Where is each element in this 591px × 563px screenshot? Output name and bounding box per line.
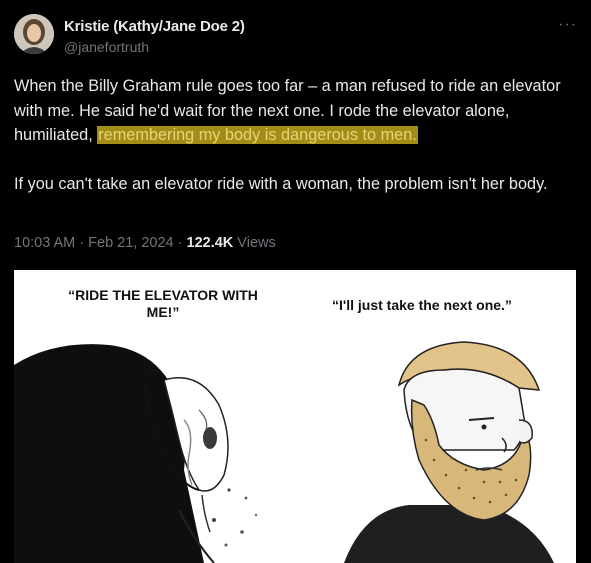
more-options-icon[interactable]: ··· [558,17,577,33]
tweet-paragraph-1: When the Billy Graham rule goes too far … [14,74,574,148]
meme-caption-right: “I'll just take the next one.” [332,297,512,313]
meta-separator: · [75,235,89,251]
tweet-text: When the Billy Graham rule goes too far … [14,74,574,196]
tweet-paragraph-2: If you can't take an elevator ride with … [14,174,548,193]
meta-separator: · [173,235,187,251]
tweet-card: Kristie (Kathy/Jane Doe 2) @janefortruth… [0,0,591,563]
author-handle[interactable]: @janefortruth [64,39,245,55]
meme-image[interactable]: “RIDE THE ELEVATOR WITH ME!” “I'll just … [14,270,576,563]
views-label: Views [233,235,276,251]
highlighted-text: remembering my body is dangerous to men. [97,126,418,144]
author-names: Kristie (Kathy/Jane Doe 2) @janefortruth [64,18,245,55]
crying-woman-drawing [14,344,258,563]
tweet-meta: 10:03 AM · Feb 21, 2024 · 122.4K Views [14,235,276,251]
tweet-date[interactable]: Feb 21, 2024 [88,235,173,251]
bearded-man-drawing [344,341,554,563]
tweet-header: Kristie (Kathy/Jane Doe 2) @janefortruth… [14,14,577,60]
views-count[interactable]: 122.4K [187,235,234,251]
avatar-image [14,14,54,54]
meme-caption-left: “RIDE THE ELEVATOR WITH ME!” [68,287,258,320]
author-display-name[interactable]: Kristie (Kathy/Jane Doe 2) [64,18,245,35]
avatar[interactable] [14,14,54,54]
tweet-time[interactable]: 10:03 AM [14,235,75,251]
